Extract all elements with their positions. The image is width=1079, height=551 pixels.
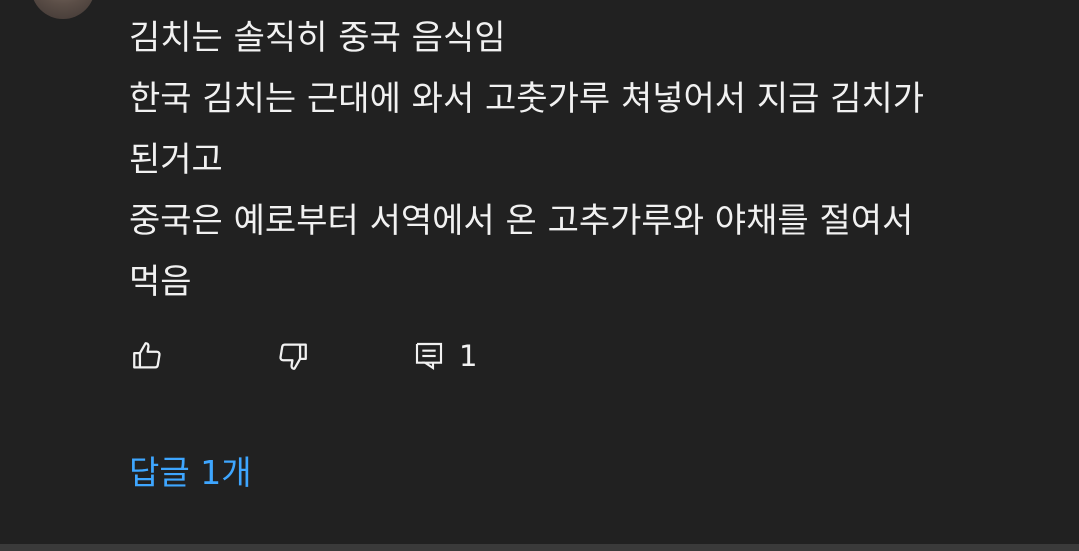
comment-text: 김치는 솔직히 중국 음식임 한국 김치는 근대에 와서 고춧가루 쳐넣어서 지… — [129, 8, 1049, 313]
dislike-button[interactable] — [275, 336, 311, 376]
divider — [0, 544, 1079, 551]
comment-line: 중국은 예로부터 서역에서 온 고추가루와 야채를 절여서 — [129, 201, 914, 241]
comment-line: 먹음 — [129, 262, 192, 302]
like-button[interactable] — [129, 336, 165, 376]
comment-actions: 1 — [129, 336, 629, 376]
comment-line: 김치는 솔직히 중국 음식임 — [129, 18, 506, 58]
view-replies-button[interactable]: 답글 1개 — [129, 448, 252, 498]
thumbs-down-icon — [275, 338, 311, 374]
comment-line: 된거고 — [129, 140, 223, 180]
comment-line: 한국 김치는 근대에 와서 고춧가루 쳐넣어서 지금 김치가 — [129, 79, 925, 119]
avatar[interactable] — [31, 0, 95, 19]
reply-count: 1 — [459, 339, 478, 373]
comment-item: 김치는 솔직히 중국 음식임 한국 김치는 근대에 와서 고춧가루 쳐넣어서 지… — [0, 0, 1079, 551]
reply-button[interactable]: 1 — [411, 336, 477, 376]
comment-icon — [411, 338, 447, 374]
thumbs-up-icon — [129, 338, 165, 374]
